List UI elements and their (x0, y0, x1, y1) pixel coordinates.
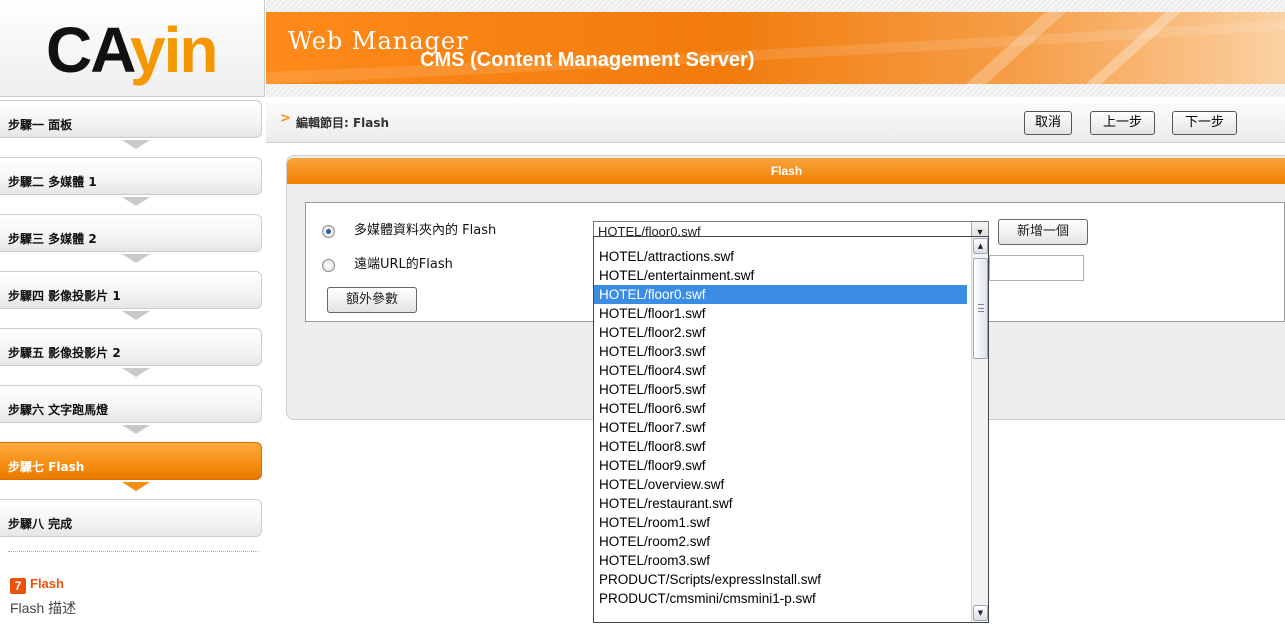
dropdown-option[interactable]: HOTEL/overview.swf (594, 475, 967, 494)
breadcrumb-arrow-icon: > (280, 111, 291, 126)
radio-local-flash[interactable] (322, 225, 335, 238)
flash-info-title: Flash (30, 576, 64, 591)
dropdown-option[interactable]: HOTEL/floor6.swf (594, 399, 967, 418)
step-button[interactable]: 步驟五 影像投影片 2 (0, 328, 262, 366)
chevron-down-icon (122, 311, 150, 320)
svg-text:CA: CA (46, 14, 135, 86)
extra-parameters-button[interactable]: 額外參數 (327, 287, 417, 313)
radio-remote-flash-label[interactable]: 遠端URL的Flash (354, 253, 453, 272)
step-button[interactable]: 步驟二 多媒體 1 (0, 157, 262, 195)
dropdown-option[interactable]: HOTEL/floor5.swf (594, 380, 967, 399)
dropdown-option[interactable]: HOTEL/room3.swf (594, 551, 967, 570)
dropdown-option[interactable]: HOTEL/floor8.swf (594, 437, 967, 456)
chevron-down-icon (122, 425, 150, 434)
step-item: 步驟五 影像投影片 2 (0, 324, 264, 380)
chevron-down-icon (122, 368, 150, 377)
step-button[interactable]: 步驟七 Flash (0, 442, 262, 480)
header-title: CMS (Content Management Server) (420, 49, 755, 71)
step-item: 步驟二 多媒體 1 (0, 153, 264, 209)
dropdown-option[interactable]: HOTEL/room2.swf (594, 532, 967, 551)
radio-remote-flash[interactable] (322, 259, 335, 272)
header-banner: Web Manager CMS (Content Management Serv… (266, 12, 1285, 84)
step-item: 步驟一 面板 (0, 96, 264, 152)
dropdown-option[interactable]: PRODUCT/Scripts/expressInstall.swf (594, 570, 967, 589)
step-item: 步驟六 文字跑馬燈 (0, 381, 264, 437)
radio-local-flash-label[interactable]: 多媒體資料夾內的 Flash (354, 219, 496, 238)
step-button[interactable]: 步驟一 面板 (0, 100, 262, 138)
dropdown-option[interactable]: HOTEL/floor3.swf (594, 342, 967, 361)
chevron-down-icon (122, 482, 150, 491)
dropdown-option[interactable]: HOTEL/restaurant.swf (594, 494, 967, 513)
breadcrumb: 編輯節目: Flash (296, 116, 390, 130)
dropdown-option[interactable]: HOTEL/floor0.swf (594, 285, 967, 304)
logo-area: CA yin (0, 0, 265, 97)
flash-info-description: Flash 描述 (10, 600, 77, 616)
step-button[interactable]: 步驟八 完成 (0, 499, 262, 537)
dropdown-options: HOTEL/attractions.swf HOTEL/entertainment… (594, 247, 967, 608)
dropdown-option[interactable]: HOTEL/floor9.swf (594, 456, 967, 475)
svg-text:yin: yin (130, 14, 216, 86)
step-item: 步驟七 Flash (0, 438, 264, 494)
flash-file-dropdown[interactable]: HOTEL/attractions.swf HOTEL/entertainment… (593, 236, 989, 623)
dropdown-option[interactable]: HOTEL/floor4.swf (594, 361, 967, 380)
flash-icon: 7 (10, 578, 26, 594)
cancel-button[interactable]: 取消 (1024, 111, 1072, 135)
next-step-button[interactable]: 下一步 (1172, 111, 1237, 135)
scroll-down-icon[interactable]: ▼ (973, 605, 988, 621)
step-button[interactable]: 步驟三 多媒體 2 (0, 214, 262, 252)
previous-step-button[interactable]: 上一步 (1090, 111, 1155, 135)
dropdown-option[interactable]: PRODUCT/cmsmini/cmsmini1-p.swf (594, 589, 967, 608)
dropdown-option[interactable]: HOTEL/attractions.swf (594, 247, 967, 266)
dropdown-scrollbar[interactable]: ▲ ▼ (971, 237, 988, 622)
app-header: Web Manager CMS (Content Management Serv… (266, 0, 1285, 97)
chevron-down-icon (122, 197, 150, 206)
panel-title: Flash (287, 158, 1285, 184)
chevron-down-icon (122, 140, 150, 149)
chevron-down-icon (122, 254, 150, 263)
step-button[interactable]: 步驟六 文字跑馬燈 (0, 385, 262, 423)
breadcrumb-bar: > 編輯節目: Flash 取消 上一步 下一步 (266, 103, 1285, 143)
dropdown-option[interactable]: HOTEL/floor2.swf (594, 323, 967, 342)
cayin-logo: CA yin (46, 14, 218, 86)
dropdown-option[interactable]: HOTEL/floor1.swf (594, 304, 967, 323)
remote-url-input[interactable] (989, 255, 1084, 281)
step-button[interactable]: 步驟四 影像投影片 1 (0, 271, 262, 309)
dropdown-option[interactable]: HOTEL/room1.swf (594, 513, 967, 532)
scroll-up-icon[interactable]: ▲ (973, 238, 988, 254)
scrollbar-thumb[interactable] (973, 258, 988, 359)
step-item: 步驟三 多媒體 2 (0, 210, 264, 266)
step-item: 步驟八 完成 (0, 495, 264, 551)
dropdown-option[interactable]: HOTEL/floor7.swf (594, 418, 967, 437)
grip-icon (978, 304, 984, 312)
add-new-button[interactable]: 新增一個 (998, 219, 1088, 245)
step-item: 步驟四 影像投影片 1 (0, 267, 264, 323)
step-divider (8, 551, 258, 552)
dropdown-option[interactable]: HOTEL/entertainment.swf (594, 266, 967, 285)
